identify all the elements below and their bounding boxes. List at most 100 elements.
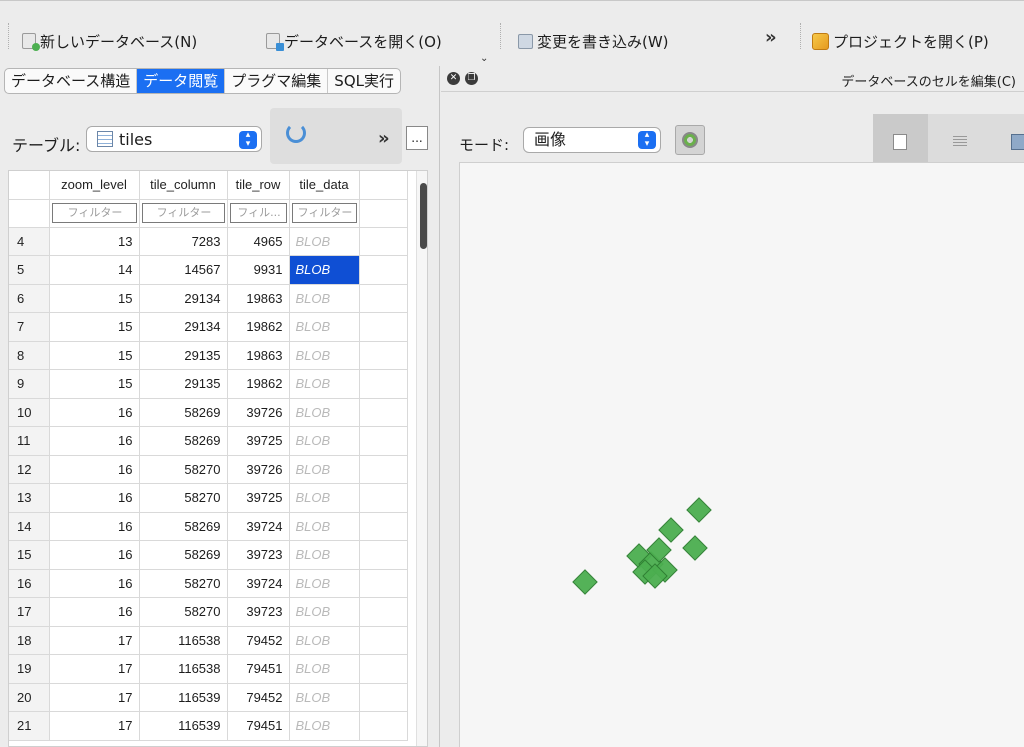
tab-execute-sql[interactable]: SQL実行 xyxy=(328,69,400,93)
cell-zoom-level[interactable]: 16 xyxy=(49,540,140,570)
cell-tile-row[interactable]: 19862 xyxy=(227,312,290,342)
data-grid[interactable]: zoom_level tile_column tile_row tile_dat… xyxy=(8,170,428,747)
table-row[interactable]: 7 15 29134 19862 BLOB xyxy=(9,312,408,342)
filter-input-tile-data[interactable]: フィルター xyxy=(291,203,357,223)
table-row[interactable]: 10 16 58269 39726 BLOB xyxy=(9,398,408,427)
close-pane-icon[interactable]: ✕ xyxy=(447,72,460,85)
row-number[interactable]: 8 xyxy=(9,341,50,370)
cell-tile-row[interactable]: 79452 xyxy=(227,626,290,655)
row-number[interactable]: 13 xyxy=(9,483,50,513)
table-row[interactable]: 8 15 29135 19863 BLOB xyxy=(9,341,408,370)
cell-tile-column[interactable]: 58270 xyxy=(139,569,228,598)
table-row[interactable]: 12 16 58270 39726 BLOB xyxy=(9,455,408,484)
tab-database-structure[interactable]: データベース構造 xyxy=(5,69,138,93)
table-row[interactable]: 5 14 14567 9931 BLOB xyxy=(9,255,408,285)
cell-zoom-level[interactable]: 17 xyxy=(49,711,140,741)
more-actions-icon[interactable]: » xyxy=(378,128,390,149)
cell-zoom-level[interactable]: 16 xyxy=(49,569,140,598)
cell-tile-column[interactable]: 58270 xyxy=(139,455,228,484)
cell-zoom-level[interactable]: 17 xyxy=(49,654,140,684)
table-row[interactable]: 15 16 58269 39723 BLOB xyxy=(9,540,408,570)
auto-switch-mode-button[interactable] xyxy=(675,125,705,155)
table-row[interactable]: 11 16 58269 39725 BLOB xyxy=(9,426,408,456)
cell-zoom-level[interactable]: 17 xyxy=(49,683,140,712)
cell-tile-data[interactable]: BLOB xyxy=(289,341,360,370)
cell-tile-column[interactable]: 58270 xyxy=(139,597,228,627)
export-icon[interactable] xyxy=(1011,134,1024,150)
cell-tile-column[interactable]: 29134 xyxy=(139,284,228,313)
cell-tile-row[interactable]: 19862 xyxy=(227,369,290,399)
row-number[interactable]: 10 xyxy=(9,398,50,427)
row-number[interactable]: 18 xyxy=(9,626,50,655)
table-row[interactable]: 6 15 29134 19863 BLOB xyxy=(9,284,408,313)
column-header-zoom-level[interactable]: zoom_level xyxy=(49,171,140,200)
filter-input-zoom-level[interactable]: フィルター xyxy=(51,203,137,223)
table-row[interactable]: 13 16 58270 39725 BLOB xyxy=(9,483,408,513)
cell-zoom-level[interactable]: 16 xyxy=(49,512,140,541)
cell-zoom-level[interactable]: 15 xyxy=(49,312,140,342)
cell-tile-row[interactable]: 19863 xyxy=(227,284,290,313)
cell-tile-column[interactable]: 58270 xyxy=(139,483,228,513)
row-number[interactable]: 4 xyxy=(9,227,50,256)
row-number[interactable]: 9 xyxy=(9,369,50,399)
cell-tile-data[interactable]: BLOB xyxy=(289,455,360,484)
row-number[interactable]: 17 xyxy=(9,597,50,627)
cell-zoom-level[interactable]: 13 xyxy=(49,227,140,256)
filter-input-tile-row[interactable]: フィル... xyxy=(229,203,287,223)
cell-tile-data[interactable]: BLOB xyxy=(289,312,360,342)
cell-tile-data[interactable]: BLOB xyxy=(289,512,360,541)
cell-tile-row[interactable]: 39724 xyxy=(227,512,290,541)
cell-tile-data[interactable]: BLOB xyxy=(289,398,360,427)
cell-tile-data[interactable]: BLOB xyxy=(289,683,360,712)
more-options-button[interactable]: ... xyxy=(406,126,428,150)
write-changes-button[interactable]: 変更を書き込み(W) xyxy=(518,29,669,53)
column-header-tile-data[interactable]: tile_data xyxy=(289,171,360,200)
cell-tile-row[interactable]: 39726 xyxy=(227,398,290,427)
table-row[interactable]: 16 16 58270 39724 BLOB xyxy=(9,569,408,598)
cell-tile-column[interactable]: 58269 xyxy=(139,426,228,456)
cell-tile-column[interactable]: 116539 xyxy=(139,683,228,712)
cell-zoom-level[interactable]: 16 xyxy=(49,483,140,513)
cell-tile-column[interactable]: 58269 xyxy=(139,540,228,570)
table-row[interactable]: 19 17 116538 79451 BLOB xyxy=(9,654,408,684)
table-row[interactable]: 21 17 116539 79451 BLOB xyxy=(9,711,408,741)
cell-tile-data[interactable]: BLOB xyxy=(289,569,360,598)
cell-tile-row[interactable]: 39726 xyxy=(227,455,290,484)
row-number[interactable]: 6 xyxy=(9,284,50,313)
cell-tile-column[interactable]: 116539 xyxy=(139,711,228,741)
table-row[interactable]: 14 16 58269 39724 BLOB xyxy=(9,512,408,541)
cell-tile-column[interactable]: 29135 xyxy=(139,369,228,399)
row-number[interactable]: 16 xyxy=(9,569,50,598)
open-database-dropdown-icon[interactable]: ⌄ xyxy=(480,53,488,64)
cell-tile-data[interactable]: BLOB xyxy=(289,227,360,256)
cell-zoom-level[interactable]: 16 xyxy=(49,426,140,456)
cell-zoom-level[interactable]: 16 xyxy=(49,398,140,427)
cell-tile-data[interactable]: BLOB xyxy=(289,597,360,627)
cell-tile-data[interactable]: BLOB xyxy=(289,654,360,684)
cell-tile-row[interactable]: 39723 xyxy=(227,540,290,570)
cell-tile-row[interactable]: 39723 xyxy=(227,597,290,627)
cell-zoom-level[interactable]: 16 xyxy=(49,455,140,484)
cell-tile-row[interactable]: 39724 xyxy=(227,569,290,598)
table-select[interactable]: tiles ▴ ▾ xyxy=(86,126,262,152)
filter-input-tile-column[interactable]: フィルター xyxy=(141,203,225,223)
table-row[interactable]: 17 16 58270 39723 BLOB xyxy=(9,597,408,627)
cell-tile-row[interactable]: 79451 xyxy=(227,711,290,741)
float-pane-icon[interactable]: ❐ xyxy=(465,72,478,85)
toolbar-overflow-icon[interactable]: » xyxy=(765,27,777,48)
row-number[interactable]: 7 xyxy=(9,312,50,342)
cell-zoom-level[interactable]: 15 xyxy=(49,341,140,370)
row-number[interactable]: 5 xyxy=(9,255,50,285)
table-row[interactable]: 9 15 29135 19862 BLOB xyxy=(9,369,408,399)
cell-tile-data[interactable]: BLOB xyxy=(289,426,360,456)
tab-edit-pragmas[interactable]: プラグマ編集 xyxy=(225,69,329,93)
cell-tile-data[interactable]: BLOB xyxy=(289,626,360,655)
row-number[interactable]: 20 xyxy=(9,683,50,712)
cell-tile-row[interactable]: 79452 xyxy=(227,683,290,712)
vertical-scrollbar[interactable] xyxy=(416,171,427,746)
row-number[interactable]: 14 xyxy=(9,512,50,541)
cell-tile-data[interactable]: BLOB xyxy=(289,369,360,399)
column-header-tile-column[interactable]: tile_column xyxy=(139,171,228,200)
cell-tile-column[interactable]: 116538 xyxy=(139,654,228,684)
open-project-button[interactable]: プロジェクトを開く(P) xyxy=(812,29,989,53)
